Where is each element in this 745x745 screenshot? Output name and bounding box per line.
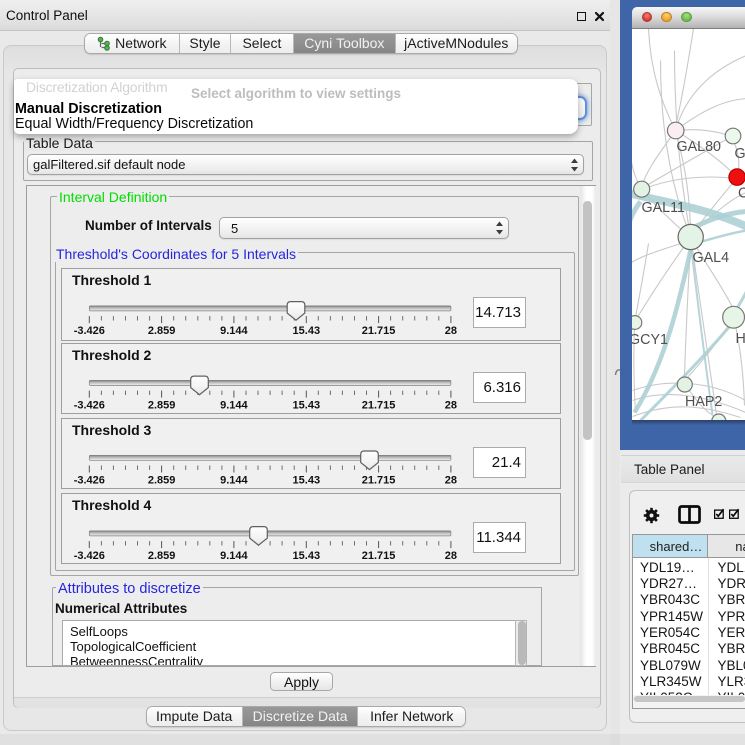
svg-text:28: 28: [445, 549, 457, 561]
svg-text:28: 28: [445, 399, 457, 411]
svg-text:2.859: 2.859: [148, 549, 176, 561]
svg-text:GCY1: GCY1: [632, 332, 668, 348]
svg-text:9.144: 9.144: [220, 549, 248, 561]
svg-text:-3.426: -3.426: [74, 324, 105, 336]
svg-text:15.43: 15.43: [293, 399, 321, 411]
svg-text:21.715: 21.715: [362, 474, 396, 486]
svg-text:9.144: 9.144: [220, 399, 248, 411]
svg-text:9.144: 9.144: [220, 474, 248, 486]
svg-text:-3.426: -3.426: [74, 474, 105, 486]
svg-text:21.715: 21.715: [362, 324, 396, 336]
svg-text:C: C: [738, 185, 745, 201]
svg-text:GAL80: GAL80: [676, 139, 721, 155]
svg-text:15.43: 15.43: [293, 474, 321, 486]
svg-text:2.859: 2.859: [148, 324, 176, 336]
svg-text:2.859: 2.859: [148, 474, 176, 486]
svg-text:9.144: 9.144: [220, 324, 248, 336]
svg-text:21.715: 21.715: [362, 399, 396, 411]
svg-text:28: 28: [445, 324, 457, 336]
svg-text:-3.426: -3.426: [74, 399, 105, 411]
svg-text:21.715: 21.715: [362, 549, 396, 561]
svg-text:HAP2: HAP2: [685, 394, 722, 410]
svg-text:2.859: 2.859: [148, 399, 176, 411]
svg-text:GAL11: GAL11: [641, 200, 684, 216]
svg-text:GAL2: GAL2: [734, 146, 745, 162]
svg-text:HIS7: HIS7: [735, 331, 745, 347]
svg-text:28: 28: [445, 474, 457, 486]
svg-text:15.43: 15.43: [293, 324, 321, 336]
svg-text:15.43: 15.43: [293, 549, 321, 561]
svg-text:-3.426: -3.426: [74, 549, 105, 561]
svg-text:GAL4: GAL4: [692, 250, 729, 266]
